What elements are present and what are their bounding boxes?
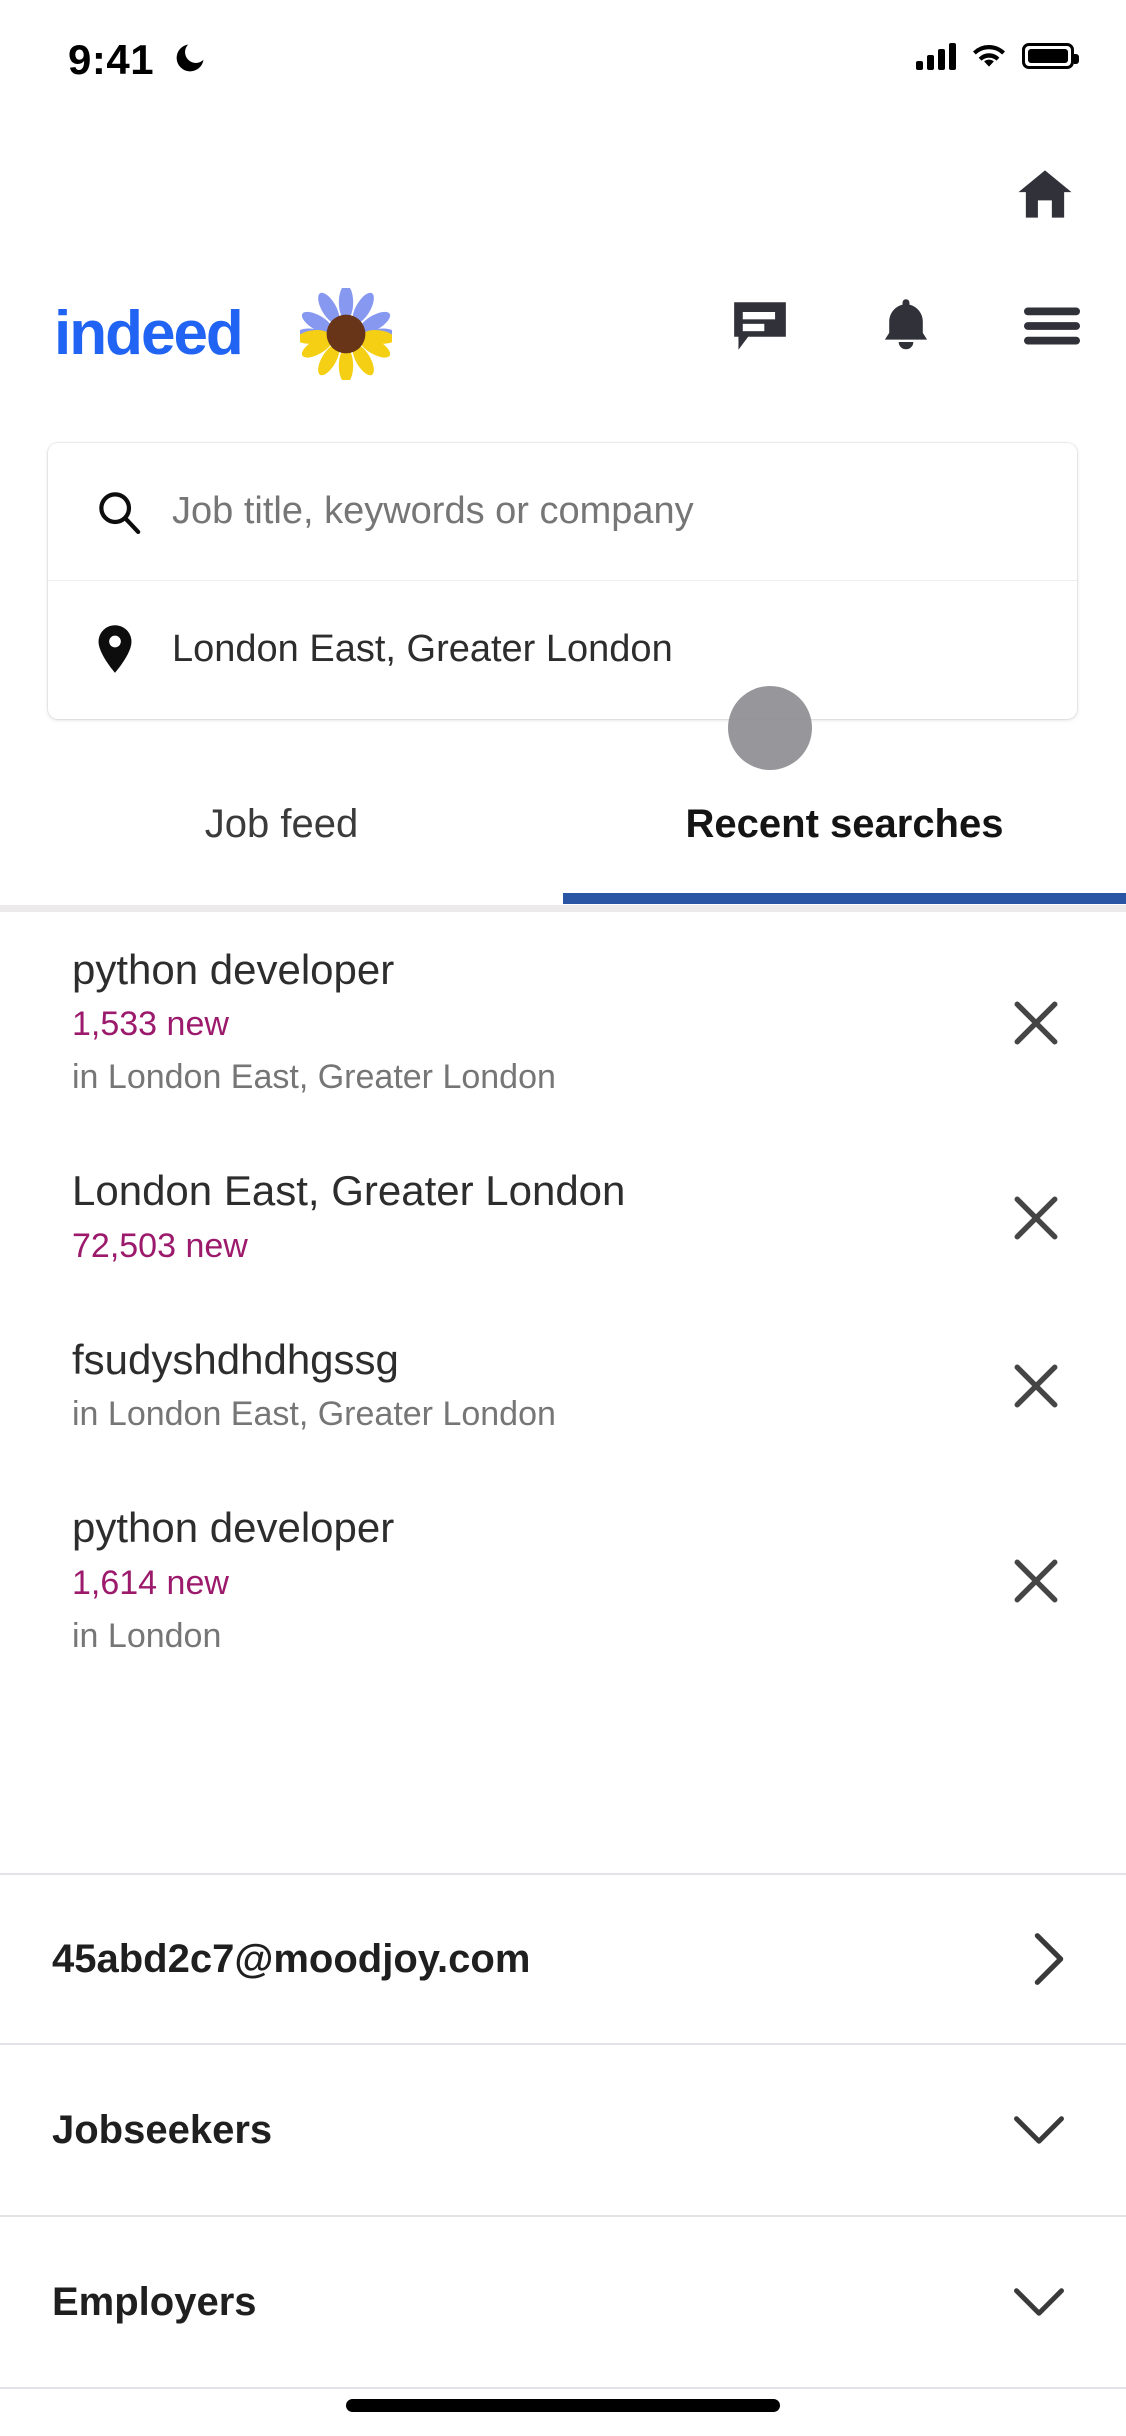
bell-icon	[884, 299, 928, 350]
status-bar-indicators	[916, 42, 1079, 70]
remove-recent-search-button[interactable]	[1008, 1358, 1064, 1414]
search-input[interactable]: Job title, keywords or company	[150, 490, 694, 533]
recent-search-title: python developer	[72, 1504, 395, 1552]
search-location-row[interactable]: London East, Greater London	[48, 580, 1077, 717]
recent-search-item[interactable]: python developer 1,614 new in London	[0, 1470, 1126, 1691]
menu-button[interactable]	[1024, 304, 1080, 353]
remove-recent-search-button[interactable]	[1008, 995, 1064, 1051]
cellular-signal-icon	[916, 42, 956, 70]
recent-search-new-count: 1,614 new	[72, 1563, 229, 1602]
tab-bar: Job feed Recent searches	[0, 760, 1126, 912]
wifi-icon	[972, 44, 1006, 67]
recent-search-location: in London East, Greater London	[72, 1058, 556, 1097]
employers-row[interactable]: Employers	[0, 2217, 1126, 2389]
chevron-down-icon	[1014, 2116, 1064, 2144]
recent-search-title: python developer	[72, 946, 395, 993]
sunflower-icon	[299, 288, 392, 380]
tab-recent-searches-label: Recent searches	[685, 801, 1004, 846]
account-section: 45abd2c7@moodjoy.com Jobseekers Employer…	[0, 1873, 1126, 2389]
close-x-icon	[1014, 1364, 1058, 1408]
search-query-row[interactable]: Job title, keywords or company	[48, 443, 1077, 580]
message-bubble-icon	[734, 302, 786, 350]
remove-recent-search-button[interactable]	[1008, 1553, 1064, 1609]
recent-search-item[interactable]: London East, Greater London 72,503 new	[0, 1133, 1126, 1301]
recent-search-location: in London East, Greater London	[72, 1395, 556, 1434]
recent-search-location: in London	[72, 1616, 222, 1655]
recent-searches-list: python developer 1,533 new in London Eas…	[0, 912, 1126, 1692]
moon-icon	[176, 44, 204, 72]
indeed-logo-text: indeed	[54, 299, 244, 368]
tab-job-feed-label: Job feed	[204, 801, 359, 846]
recent-search-item[interactable]: python developer 1,533 new in London Eas…	[0, 912, 1126, 1133]
chevron-right-icon	[1034, 1933, 1064, 1985]
home-button[interactable]	[1016, 168, 1074, 225]
close-x-icon	[1014, 1559, 1058, 1603]
recent-search-title: London East, Greater London	[72, 1167, 626, 1215]
account-email-row[interactable]: 45abd2c7@moodjoy.com	[0, 1873, 1126, 2045]
indeed-logo[interactable]: indeed	[54, 288, 392, 380]
touch-indicator	[728, 686, 812, 770]
employers-label: Employers	[52, 2279, 257, 2324]
account-email-label: 45abd2c7@moodjoy.com	[52, 1936, 531, 1981]
recent-search-title: fsudyshdhdhgssg	[72, 1335, 399, 1383]
location-input[interactable]: London East, Greater London	[150, 628, 673, 671]
chevron-down-icon	[1014, 2288, 1064, 2316]
status-bar-time: 9:41	[68, 36, 155, 83]
tab-recent-searches[interactable]: Recent searches	[563, 760, 1126, 912]
hamburger-menu-icon	[1024, 307, 1080, 345]
battery-full-icon	[1022, 43, 1079, 69]
home-indicator-bar	[346, 2399, 780, 2412]
app-header: indeed	[0, 280, 1126, 400]
search-card: Job title, keywords or company London Ea…	[48, 443, 1077, 719]
jobseekers-label: Jobseekers	[52, 2107, 273, 2152]
header-icon-group	[732, 298, 1080, 359]
messages-button[interactable]	[732, 300, 788, 357]
tab-bar-underline	[0, 905, 1126, 912]
search-icon	[96, 489, 150, 535]
location-pin-icon	[96, 624, 150, 674]
tab-job-feed[interactable]: Job feed	[0, 760, 563, 912]
jobseekers-row[interactable]: Jobseekers	[0, 2045, 1126, 2217]
close-x-icon	[1014, 1001, 1058, 1045]
close-x-icon	[1014, 1196, 1058, 1240]
recent-search-new-count: 1,533 new	[72, 1005, 229, 1044]
remove-recent-search-button[interactable]	[1008, 1190, 1064, 1246]
notifications-button[interactable]	[880, 298, 932, 359]
home-icon	[1018, 170, 1072, 218]
recent-search-new-count: 72,503 new	[72, 1226, 248, 1265]
status-bar: 9:41	[0, 0, 1126, 108]
recent-search-item[interactable]: fsudyshdhdhgssg in London East, Greater …	[0, 1302, 1126, 1470]
